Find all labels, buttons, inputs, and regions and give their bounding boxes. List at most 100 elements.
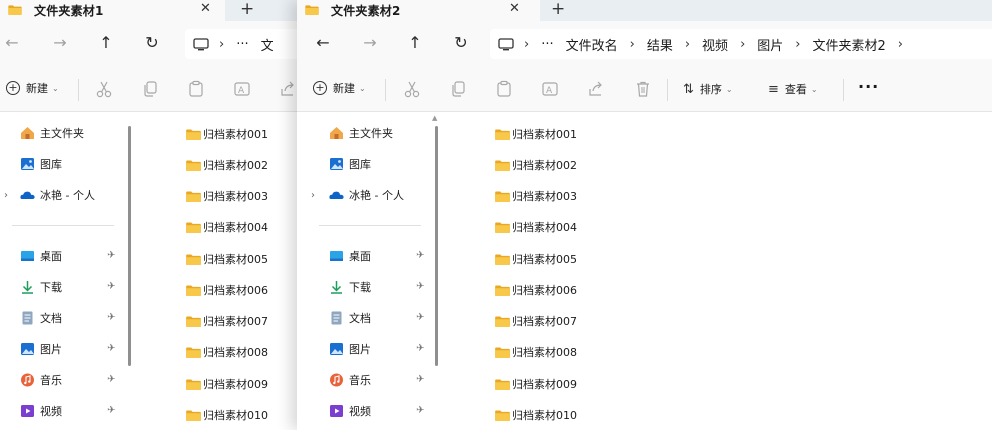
sidebar-item-gallery[interactable]: 图库 <box>329 156 371 172</box>
close-tab-icon[interactable]: ✕ <box>509 1 520 16</box>
sidebar-item-videos[interactable]: 视频 <box>20 403 62 419</box>
list-item[interactable]: 归档素材002 <box>495 156 615 174</box>
list-item[interactable]: 归档素材001 <box>186 125 306 143</box>
view-button[interactable]: ≡ 查看 ⌄ <box>768 81 818 97</box>
copy-icon[interactable] <box>141 80 159 98</box>
video-icon <box>21 405 34 417</box>
address-bar[interactable]: › ··· 文件改名 › 结果 › 视频 › 图片 › 文件夹素材2 › <box>490 29 992 59</box>
list-item[interactable]: 归档素材006 <box>186 281 306 299</box>
share-icon[interactable] <box>279 80 297 98</box>
chevron-right-icon[interactable]: › <box>4 190 8 201</box>
scroll-up-icon[interactable]: ▲ <box>432 114 437 122</box>
breadcrumb-item[interactable]: 视频 <box>702 35 728 54</box>
new-button[interactable]: + 新建 ⌄ <box>6 80 59 96</box>
new-tab-icon[interactable]: + <box>240 0 254 19</box>
chevron-right-icon[interactable]: › <box>311 190 315 201</box>
sidebar-item-music[interactable]: 音乐 <box>329 372 371 388</box>
rename-icon[interactable]: A <box>541 80 559 98</box>
refresh-icon[interactable]: ↻ <box>142 33 162 53</box>
sidebar-item-onedrive[interactable]: 冰艳 - 个人 <box>20 187 95 203</box>
chevron-down-icon: ⌄ <box>52 83 59 93</box>
pin-icon: ✈ <box>107 374 116 385</box>
list-item[interactable]: 归档素材009 <box>186 375 306 393</box>
forward-arrow-icon[interactable]: → <box>50 33 70 53</box>
breadcrumb-item[interactable]: 文 <box>261 35 274 54</box>
list-item[interactable]: 归档素材003 <box>495 187 615 205</box>
list-item[interactable]: 归档素材008 <box>495 343 615 361</box>
sort-button[interactable]: ⇅ 排序 ⌄ <box>683 81 733 97</box>
sidebar-scrollbar[interactable] <box>435 126 438 366</box>
sidebar-item-videos[interactable]: 视频 <box>329 403 371 419</box>
sidebar-item-gallery[interactable]: 图库 <box>20 156 62 172</box>
pin-icon: ✈ <box>416 312 425 323</box>
sidebar-item-pictures[interactable]: 图片 <box>329 341 371 357</box>
sidebar-item-desktop[interactable]: 桌面 <box>329 248 371 264</box>
folder-icon <box>305 5 319 15</box>
sidebar-item-label: 音乐 <box>40 374 62 387</box>
breadcrumb-more[interactable]: ··· <box>541 37 553 52</box>
sidebar-item-downloads[interactable]: 下载 <box>20 279 62 295</box>
list-item[interactable]: 归档素材008 <box>186 343 306 361</box>
document-icon <box>331 311 342 325</box>
refresh-icon[interactable]: ↻ <box>451 33 471 53</box>
list-item[interactable]: 归档素材004 <box>495 218 615 236</box>
explorer-window-2: 文件夹素材2 ✕ + ← → ↑ ↻ › ··· 文件改名 › 结果 › 视频 … <box>297 0 992 430</box>
more-options-icon[interactable]: ··· <box>858 77 879 96</box>
sidebar-item-downloads[interactable]: 下载 <box>329 279 371 295</box>
list-item[interactable]: 归档素材007 <box>186 312 306 330</box>
tab-folder-1[interactable]: 文件夹素材1 ✕ <box>0 0 225 21</box>
paste-icon[interactable] <box>187 80 205 98</box>
address-bar[interactable]: › ··· 文 <box>185 29 310 59</box>
sidebar-item-music[interactable]: 音乐 <box>20 372 62 388</box>
back-arrow-icon[interactable]: ← <box>313 33 333 53</box>
up-arrow-icon[interactable]: ↑ <box>96 33 116 53</box>
list-item[interactable]: 归档素材002 <box>186 156 306 174</box>
up-arrow-icon[interactable]: ↑ <box>405 33 425 53</box>
list-item[interactable]: 归档素材010 <box>186 406 306 424</box>
file-name: 归档素材010 <box>512 409 577 422</box>
sidebar-item-desktop[interactable]: 桌面 <box>20 248 62 264</box>
back-arrow-icon[interactable]: ← <box>2 33 22 53</box>
sidebar-item-onedrive[interactable]: 冰艳 - 个人 <box>329 187 404 203</box>
sidebar-item-documents[interactable]: 文档 <box>329 310 371 326</box>
close-tab-icon[interactable]: ✕ <box>200 1 211 16</box>
delete-icon[interactable] <box>634 80 652 98</box>
sidebar-item-label: 主文件夹 <box>40 127 84 140</box>
file-name: 归档素材007 <box>203 315 268 328</box>
list-item[interactable]: 归档素材010 <box>495 406 615 424</box>
list-item[interactable]: 归档素材005 <box>495 250 615 268</box>
list-item[interactable]: 归档素材007 <box>495 312 615 330</box>
folder-icon <box>495 254 510 265</box>
breadcrumb-more[interactable]: ··· <box>236 37 248 52</box>
list-item[interactable]: 归档素材004 <box>186 218 306 236</box>
list-item[interactable]: 归档素材005 <box>186 250 306 268</box>
sidebar-divider <box>12 225 114 226</box>
share-icon[interactable] <box>587 80 605 98</box>
list-item[interactable]: 归档素材009 <box>495 375 615 393</box>
list-item[interactable]: 归档素材003 <box>186 187 306 205</box>
breadcrumb-item[interactable]: 结果 <box>647 35 673 54</box>
sidebar-item-home[interactable]: 主文件夹 <box>329 125 393 141</box>
list-item[interactable]: 归档素材006 <box>495 281 615 299</box>
tab-folder-2[interactable]: 文件夹素材2 ✕ <box>297 0 540 21</box>
chevron-right-icon: › <box>629 36 635 52</box>
new-tab-icon[interactable]: + <box>551 0 565 19</box>
file-name: 归档素材003 <box>512 190 577 203</box>
breadcrumb-item[interactable]: 文件夹素材2 <box>812 35 885 54</box>
forward-arrow-icon[interactable]: → <box>360 33 380 53</box>
cut-icon[interactable] <box>95 80 113 98</box>
rename-icon[interactable]: A <box>233 80 251 98</box>
new-button[interactable]: + 新建 ⌄ <box>313 80 366 96</box>
breadcrumb-item[interactable]: 图片 <box>757 35 783 54</box>
sidebar-item-pictures[interactable]: 图片 <box>20 341 62 357</box>
breadcrumb-item[interactable]: 文件改名 <box>566 35 618 54</box>
sidebar-scrollbar[interactable] <box>128 126 131 366</box>
sidebar-item-home[interactable]: 主文件夹 <box>20 125 84 141</box>
cut-icon[interactable] <box>403 80 421 98</box>
copy-icon[interactable] <box>449 80 467 98</box>
list-item[interactable]: 归档素材001 <box>495 125 615 143</box>
sidebar-item-documents[interactable]: 文档 <box>20 310 62 326</box>
download-icon <box>22 281 33 294</box>
paste-icon[interactable] <box>495 80 513 98</box>
file-name: 归档素材005 <box>203 253 268 266</box>
